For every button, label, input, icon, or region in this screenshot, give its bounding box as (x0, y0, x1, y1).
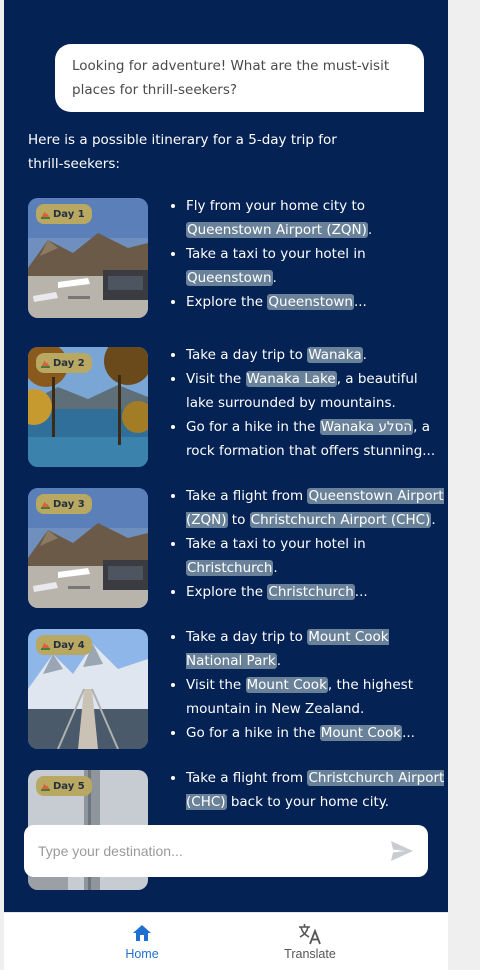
nav-translate-label: Translate (284, 947, 336, 961)
activity-text: ... (353, 294, 367, 310)
destination-input-bar (24, 825, 428, 877)
activity-text: . (272, 270, 277, 286)
place-link[interactable]: Christchurch Airport (CHC) (249, 512, 432, 528)
activity-text: . (431, 512, 436, 528)
day-4-badge: Day 4 (36, 635, 92, 655)
place-link[interactable]: Mount Cook (319, 725, 403, 741)
place-link[interactable]: Queenstown (267, 294, 354, 310)
day-2-label: Day 2 (53, 357, 85, 369)
day-1-image[interactable]: Day 1 (28, 198, 148, 318)
activity-item: Visit the Wanaka Lake, a beautiful lake … (186, 367, 448, 415)
activity-item: Explore the Christchurch... (186, 580, 448, 604)
mountain-icon (41, 210, 50, 219)
activity-item: Take a day trip to Wanaka. (186, 343, 448, 367)
activity-text: Take a flight from (186, 488, 308, 504)
activity-item: Take a day trip to Mount Cook National P… (186, 625, 448, 673)
activity-text: Visit the (186, 371, 246, 387)
day-3-badge: Day 3 (36, 494, 92, 514)
activity-text: Explore the (186, 294, 268, 310)
send-icon[interactable] (390, 839, 414, 863)
activity-item: Go for a hike in the Mount Cook... (186, 721, 448, 745)
activity-item: Visit the Mount Cook, the highest mounta… (186, 673, 448, 721)
activity-text: Take a day trip to (186, 629, 308, 645)
app-window: Looking for adventure! What are the must… (4, 0, 448, 970)
mountain-icon (41, 500, 50, 509)
activity-text: . (273, 560, 278, 576)
place-link[interactable]: Wanaka הסלע (319, 419, 414, 435)
activity-text: Fly from your home city to (186, 198, 366, 214)
activity-text: ... (402, 725, 415, 741)
home-icon (82, 923, 202, 947)
activity-text: Take a taxi to your hotel in (186, 246, 366, 262)
day-3-label: Day 3 (53, 498, 85, 510)
day-1-activities: Fly from your home city to Queenstown Ai… (170, 194, 448, 314)
day-1-label: Day 1 (53, 208, 85, 220)
place-link[interactable]: Queenstown Airport (ZQN) (186, 222, 368, 238)
activity-item: Take a flight from Christchurch Airport … (186, 766, 448, 814)
day-2-badge: Day 2 (36, 353, 92, 373)
nav-home[interactable]: Home (82, 923, 202, 961)
page-scrollbar[interactable] (448, 0, 480, 970)
day-4-activities: Take a day trip to Mount Cook National P… (170, 625, 448, 745)
day-3-image[interactable]: Day 3 (28, 488, 148, 608)
activity-text: Take a flight from (186, 770, 308, 786)
place-link[interactable]: Mount Cook (245, 677, 328, 693)
day-5-label: Day 5 (53, 780, 85, 792)
day-5-badge: Day 5 (36, 776, 92, 796)
place-link[interactable]: Queenstown (186, 270, 273, 286)
activity-item: Take a taxi to your hotel in Christchurc… (186, 532, 448, 580)
activity-text: . (367, 222, 373, 238)
destination-input[interactable] (36, 842, 390, 860)
nav-translate[interactable]: Translate (250, 923, 370, 961)
day-3-activities: Take a flight from Queenstown Airport (Z… (170, 484, 448, 604)
day-2-activities: Take a day trip to Wanaka.Visit the Wana… (170, 343, 448, 463)
mountain-icon (41, 359, 50, 368)
user-message-bubble: Looking for adventure! What are the must… (55, 44, 424, 112)
activity-item: Take a flight from Queenstown Airport (Z… (186, 484, 448, 532)
activity-text: Take a taxi to your hotel in (186, 536, 366, 552)
assistant-intro-text: Here is a possible itinerary for a 5-day… (28, 132, 337, 172)
activity-text: . (276, 653, 282, 669)
bottom-navigation: Home Translate (4, 912, 448, 970)
activity-text: to (227, 512, 250, 528)
activity-text: Go for a hike in the (186, 419, 320, 435)
day-4-image[interactable]: Day 4 (28, 629, 148, 749)
day-1-badge: Day 1 (36, 204, 92, 224)
activity-text: ... (354, 584, 368, 600)
activity-text: Take a day trip to (186, 347, 308, 363)
place-link[interactable]: Christchurch (267, 584, 355, 600)
place-link[interactable]: Wanaka Lake (245, 371, 337, 387)
activity-text: back to your home city. (226, 794, 390, 810)
mountain-icon (41, 782, 50, 791)
activity-item: Go for a hike in the Wanaka הסלע, a rock… (186, 415, 448, 463)
activity-item: Fly from your home city to Queenstown Ai… (186, 194, 448, 242)
activity-text: Explore the (186, 584, 268, 600)
place-link[interactable]: Christchurch (186, 560, 274, 576)
activity-text: . (362, 347, 367, 363)
day-5-activities: Take a flight from Christchurch Airport … (170, 766, 448, 814)
chat-area[interactable]: Looking for adventure! What are the must… (4, 0, 448, 912)
place-link[interactable]: Wanaka (307, 347, 363, 363)
activity-text: Visit the (186, 677, 246, 693)
activity-text: Go for a hike in the (186, 725, 320, 741)
nav-home-label: Home (125, 947, 159, 961)
day-4-label: Day 4 (53, 639, 85, 651)
mountain-icon (41, 641, 50, 650)
activity-item: Explore the Queenstown... (186, 290, 448, 314)
day-2-image[interactable]: Day 2 (28, 347, 148, 467)
activity-item: Take a taxi to your hotel in Queenstown. (186, 242, 448, 290)
translate-icon (250, 923, 370, 947)
